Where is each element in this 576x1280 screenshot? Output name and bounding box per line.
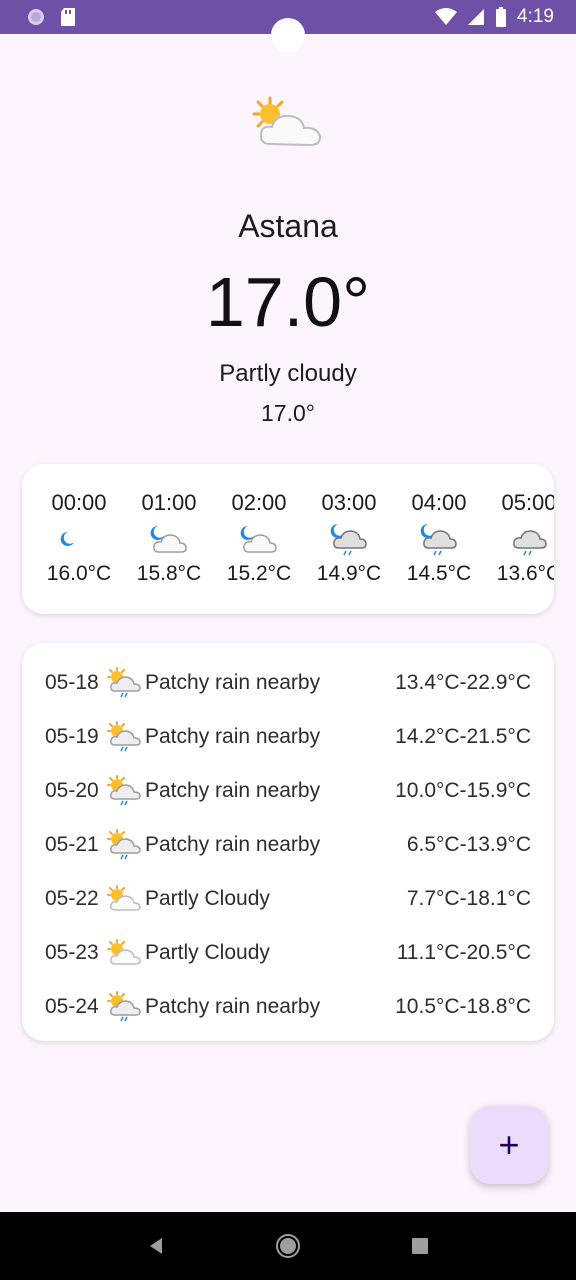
daily-forecast-card: 05-18 Patchy rain nearby 13.4°C-22.9°C 0…	[22, 643, 554, 1041]
hour-time: 00:00	[51, 490, 107, 515]
daily-row[interactable]: 05-24 Patchy rain nearby 10.5°C-18.8°C	[22, 980, 554, 1034]
hour-temp: 13.6°C	[496, 562, 554, 585]
daily-row[interactable]: 05-21 Patchy rain nearby 6.5°C-13.9°C	[22, 818, 554, 872]
hourly-item: 03:00 14.9°C	[304, 490, 394, 586]
day-temp-range: 10.0°C-15.9°C	[395, 779, 531, 802]
hour-time: 04:00	[411, 490, 467, 515]
day-description: Partly Cloudy	[145, 941, 270, 964]
system-nav-bar	[0, 1212, 576, 1280]
back-button[interactable]	[136, 1226, 176, 1266]
hour-temp: 15.8°C	[136, 562, 202, 585]
sun-cloud-rain-icon	[107, 991, 141, 1022]
cloud-rain-icon	[513, 530, 547, 556]
daily-row[interactable]: 05-18 Patchy rain nearby 13.4°C-22.9°C	[22, 656, 554, 710]
hourly-item: 00:00 16.0°C	[34, 490, 124, 586]
daily-row[interactable]: 05-20 Patchy rain nearby 10.0°C-15.9°C	[22, 764, 554, 818]
hour-time: 02:00	[231, 490, 287, 515]
sun-cloud-rain-icon	[107, 721, 141, 752]
day-temp-range: 6.5°C-13.9°C	[406, 833, 531, 856]
wifi-icon	[435, 8, 458, 25]
day-description: Partly Cloudy	[145, 887, 270, 910]
hour-temp: 14.9°C	[316, 562, 382, 585]
home-button[interactable]	[268, 1226, 308, 1266]
partly-cloudy-sun-icon	[252, 96, 322, 147]
daily-row[interactable]: 05-23 Partly Cloudy 11.1°C-20.5°C	[22, 926, 554, 980]
sun-cloud-icon	[107, 885, 141, 911]
day-description: Patchy rain nearby	[145, 725, 321, 748]
moon-cloud-icon	[150, 525, 187, 553]
day-description: Patchy rain nearby	[145, 833, 321, 856]
circle-status-icon	[28, 9, 44, 25]
day-date: 05-20	[45, 779, 99, 802]
day-date: 05-22	[45, 887, 99, 910]
day-date: 05-24	[45, 995, 99, 1018]
moon-cloud-rain-icon	[420, 524, 457, 556]
city-name: Astana	[238, 208, 338, 244]
day-description: Patchy rain nearby	[145, 671, 321, 694]
add-city-button[interactable]: +	[470, 1106, 548, 1184]
hour-time: 01:00	[141, 490, 197, 515]
day-description: Patchy rain nearby	[145, 779, 321, 802]
day-temp-range: 14.2°C-21.5°C	[395, 725, 531, 748]
hour-time: 03:00	[321, 490, 377, 515]
day-date: 05-23	[45, 941, 99, 964]
daily-row[interactable]: 05-19 Patchy rain nearby 14.2°C-21.5°C	[22, 710, 554, 764]
daily-row[interactable]: 05-22 Partly Cloudy 7.7°C-18.1°C	[22, 872, 554, 926]
sun-cloud-rain-icon	[107, 775, 141, 806]
day-temp-range: 10.5°C-18.8°C	[395, 995, 531, 1018]
hour-temp: 14.5°C	[406, 562, 472, 585]
day-description: Patchy rain nearby	[145, 995, 321, 1018]
day-date: 05-18	[45, 671, 99, 694]
sun-cloud-rain-icon	[107, 829, 141, 860]
current-temperature: 17.0°	[205, 263, 371, 341]
day-temp-range: 7.7°C-18.1°C	[406, 887, 531, 910]
back-triangle-icon	[150, 1238, 162, 1254]
feels-like-temperature: 17.0°	[261, 400, 315, 426]
day-temp-range: 11.1°C-20.5°C	[396, 941, 531, 964]
hourly-item: 02:00 15.2°C	[214, 490, 304, 586]
hourly-forecast-card[interactable]: 00:00 16.0°C 01:00 15.8°C 02:00 15.2°C 0…	[22, 464, 554, 614]
camera-cutout	[271, 18, 305, 52]
signal-icon	[468, 9, 485, 25]
moon-cloud-rain-icon	[330, 524, 367, 556]
sd-card-icon	[61, 8, 75, 26]
moon-cloud-icon	[240, 525, 277, 553]
day-date: 05-21	[45, 833, 99, 856]
current-condition: Partly cloudy	[219, 360, 357, 387]
sun-cloud-rain-icon	[107, 667, 141, 698]
hourly-item: 04:00 14.5°C	[394, 490, 484, 586]
hour-temp: 16.0°C	[46, 562, 112, 585]
home-circle-icon	[276, 1234, 300, 1258]
day-temp-range: 13.4°C-22.9°C	[395, 671, 531, 694]
battery-icon	[496, 7, 507, 27]
hourly-item: 01:00 15.8°C	[124, 490, 214, 586]
hourly-item: 05:00 13.6°C	[484, 490, 554, 586]
moon-icon	[60, 531, 74, 546]
hour-time: 05:00	[501, 490, 554, 515]
hour-temp: 15.2°C	[226, 562, 292, 585]
plus-icon: +	[498, 1124, 520, 1165]
recents-square-icon	[412, 1238, 428, 1254]
day-date: 05-19	[45, 725, 99, 748]
status-time: 4:19	[517, 6, 554, 27]
sun-cloud-icon	[107, 939, 141, 965]
recents-button[interactable]	[400, 1226, 440, 1266]
